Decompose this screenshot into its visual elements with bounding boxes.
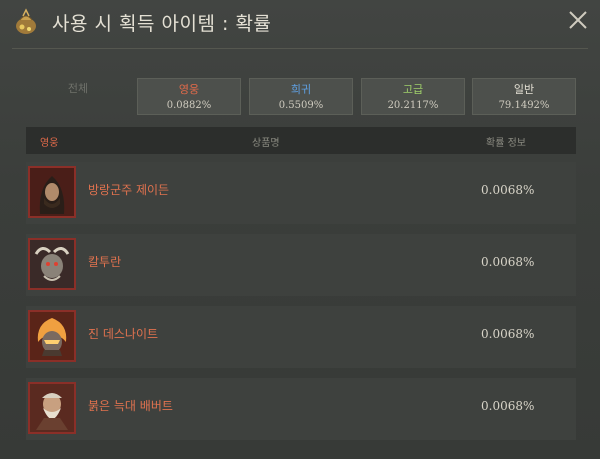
tab-hero[interactable]: 영웅 0.0882% — [137, 78, 241, 115]
close-icon[interactable] — [566, 8, 590, 32]
item-probability: 0.0068% — [481, 255, 535, 269]
tab-label: 고급 — [402, 83, 424, 96]
table-header: 영웅 상품명 확률 정보 — [26, 127, 576, 154]
treasure-pouch-icon — [12, 8, 40, 36]
item-probability: 0.0068% — [481, 399, 535, 413]
hooded-man-portrait-icon — [28, 166, 76, 218]
table-row[interactable]: 방랑군주 제이든 0.0068% — [26, 162, 576, 224]
tab-label: 영웅 — [178, 83, 200, 96]
item-name: 붉은 늑대 배버트 — [88, 399, 173, 413]
item-name: 진 데스나이트 — [88, 327, 159, 341]
tab-value: 0.0882% — [166, 100, 212, 111]
tab-label: 희귀 — [290, 83, 312, 96]
item-probability: 0.0068% — [481, 327, 535, 341]
tab-advanced[interactable]: 고급 20.2117% — [361, 78, 465, 115]
tab-value: 20.2117% — [387, 100, 439, 111]
flaming-knight-portrait-icon — [28, 310, 76, 362]
grade-tabs: 전체 영웅 0.0882% 희귀 0.5509% 고급 20.2117% 일반 … — [26, 78, 576, 115]
tab-value: 0.5509% — [278, 100, 324, 111]
item-name: 칼투란 — [88, 255, 122, 269]
tab-value: 79.1492% — [498, 100, 550, 111]
table-row[interactable]: 진 데스나이트 0.0068% — [26, 306, 576, 368]
page-title: 사용 시 획득 아이템 : 확률 — [52, 13, 272, 35]
header-item-name: 상품명 — [252, 138, 280, 149]
tab-label: 일반 — [513, 83, 535, 96]
tab-all[interactable]: 전체 — [26, 78, 130, 115]
header: 사용 시 획득 아이템 : 확률 — [0, 0, 600, 46]
header-divider — [12, 48, 588, 49]
header-probability: 확률 정보 — [486, 138, 526, 149]
table-row[interactable]: 붉은 늑대 배버트 0.0068% — [26, 378, 576, 440]
item-probability: 0.0068% — [481, 183, 535, 197]
item-name: 방랑군주 제이든 — [88, 183, 170, 197]
probability-panel: 사용 시 획득 아이템 : 확률 전체 영웅 0.0882% 희귀 0.5509… — [0, 0, 600, 459]
horned-creature-portrait-icon — [28, 238, 76, 290]
table-row[interactable]: 칼투란 0.0068% — [26, 234, 576, 296]
tab-rare[interactable]: 희귀 0.5509% — [249, 78, 353, 115]
tab-normal[interactable]: 일반 79.1492% — [472, 78, 576, 115]
bearded-warrior-portrait-icon — [28, 382, 76, 434]
header-grade: 영웅 — [40, 138, 59, 149]
tab-label: 전체 — [67, 82, 89, 95]
